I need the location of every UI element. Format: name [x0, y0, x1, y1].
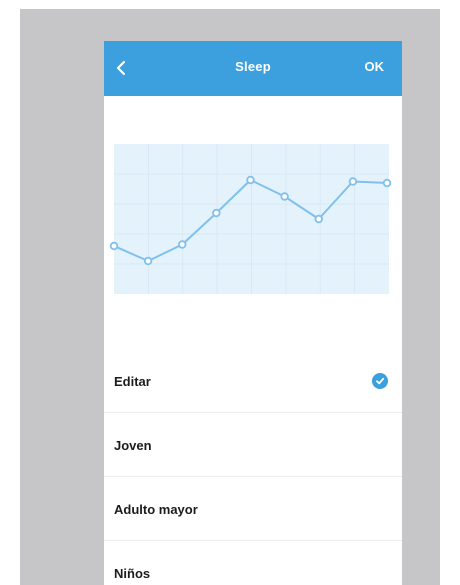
list-item-label: Adulto mayor	[114, 502, 198, 517]
data-point	[314, 214, 323, 224]
list-item-joven[interactable]: Joven	[104, 413, 402, 477]
data-point	[212, 208, 221, 218]
list-item-label: Editar	[114, 374, 151, 389]
page-title: Sleep	[235, 59, 271, 74]
sleep-line-chart	[109, 144, 392, 294]
data-point	[280, 192, 289, 201]
data-point	[178, 240, 187, 249]
phone-screen: Sleep OK Editar Joven Adulto mayor Niños	[104, 41, 402, 585]
navigation-bar: Sleep OK	[104, 41, 402, 96]
data-point	[348, 177, 358, 186]
data-point	[382, 178, 392, 188]
list-item-editar[interactable]: Editar	[104, 349, 402, 413]
data-point	[109, 241, 119, 251]
sleep-chart	[104, 96, 402, 336]
list-item-adulto-mayor[interactable]: Adulto mayor	[104, 477, 402, 541]
list-item-ninos[interactable]: Niños	[104, 541, 402, 585]
checkmark-icon	[372, 373, 388, 389]
option-list: Editar Joven Adulto mayor Niños	[104, 349, 402, 585]
list-item-label: Niños	[114, 566, 151, 581]
data-point	[143, 256, 153, 266]
ok-button[interactable]: OK	[365, 59, 385, 74]
data-point	[246, 175, 255, 185]
list-item-label: Joven	[114, 438, 152, 453]
